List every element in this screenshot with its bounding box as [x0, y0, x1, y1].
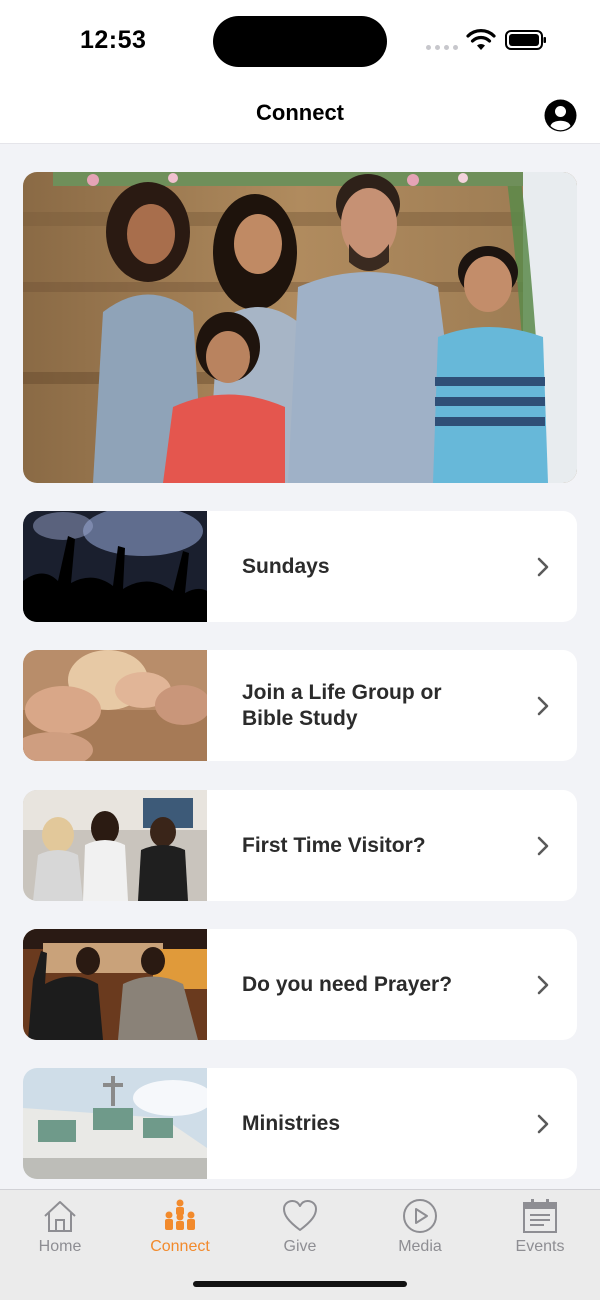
list-item-label: Ministries	[242, 1111, 341, 1135]
status-bar: 12:53	[0, 0, 600, 84]
list-item-life-group[interactable]: Join a Life Group or Bible Study	[23, 650, 577, 761]
tab-give[interactable]: Give	[240, 1190, 360, 1270]
cellular-signal-icon	[426, 45, 458, 51]
list-item-prayer[interactable]: Do you need Prayer?	[23, 929, 577, 1040]
heart-icon	[283, 1200, 317, 1231]
list-item-label: First Time Visitor?	[242, 833, 426, 857]
profile-icon[interactable]	[544, 99, 577, 132]
chevron-right-icon	[537, 696, 549, 715]
tab-label: Home	[38, 1238, 82, 1255]
first-time-visitor-thumbnail	[23, 790, 207, 901]
page-title: Connect	[256, 100, 344, 125]
prayer-thumbnail	[23, 929, 207, 1040]
list-item-sundays[interactable]: Sundays	[23, 511, 577, 622]
sundays-thumbnail	[23, 511, 207, 622]
house-icon	[44, 1201, 76, 1232]
calendar-icon	[523, 1199, 557, 1233]
navigation-bar: Connect	[0, 84, 600, 144]
tab-label: Connect	[150, 1238, 210, 1255]
app-screen: 12:53 Connect Sundays Join a Life Group …	[0, 0, 600, 1300]
list-item-ministries[interactable]: Ministries	[23, 1068, 577, 1179]
chevron-right-icon	[537, 836, 549, 855]
ministries-thumbnail	[23, 1068, 207, 1179]
list-item-first-time-visitor[interactable]: First Time Visitor?	[23, 790, 577, 901]
life-group-thumbnail	[23, 650, 207, 761]
list-item-label: Sundays	[242, 554, 330, 578]
home-indicator[interactable]	[193, 1281, 407, 1287]
tab-events[interactable]: Events	[480, 1190, 600, 1270]
dynamic-island	[213, 16, 387, 67]
people-icon	[165, 1199, 195, 1230]
chevron-right-icon	[537, 975, 549, 994]
tab-connect[interactable]: Connect	[120, 1190, 240, 1270]
tab-label: Events	[515, 1238, 565, 1255]
chevron-right-icon	[537, 557, 549, 576]
list-item-label: Join a Life Group or Bible Study	[242, 680, 442, 730]
tab-label: Give	[283, 1238, 317, 1255]
hero-family-photo	[23, 172, 577, 483]
battery-icon	[505, 30, 546, 50]
tab-media[interactable]: Media	[360, 1190, 480, 1270]
status-time: 12:53	[80, 26, 147, 54]
chevron-right-icon	[537, 1114, 549, 1133]
play-circle-icon	[403, 1199, 437, 1233]
list-item-label: Do you need Prayer?	[242, 972, 453, 996]
tab-home[interactable]: Home	[0, 1190, 120, 1270]
tab-label: Media	[398, 1238, 442, 1255]
wifi-icon	[466, 29, 496, 50]
